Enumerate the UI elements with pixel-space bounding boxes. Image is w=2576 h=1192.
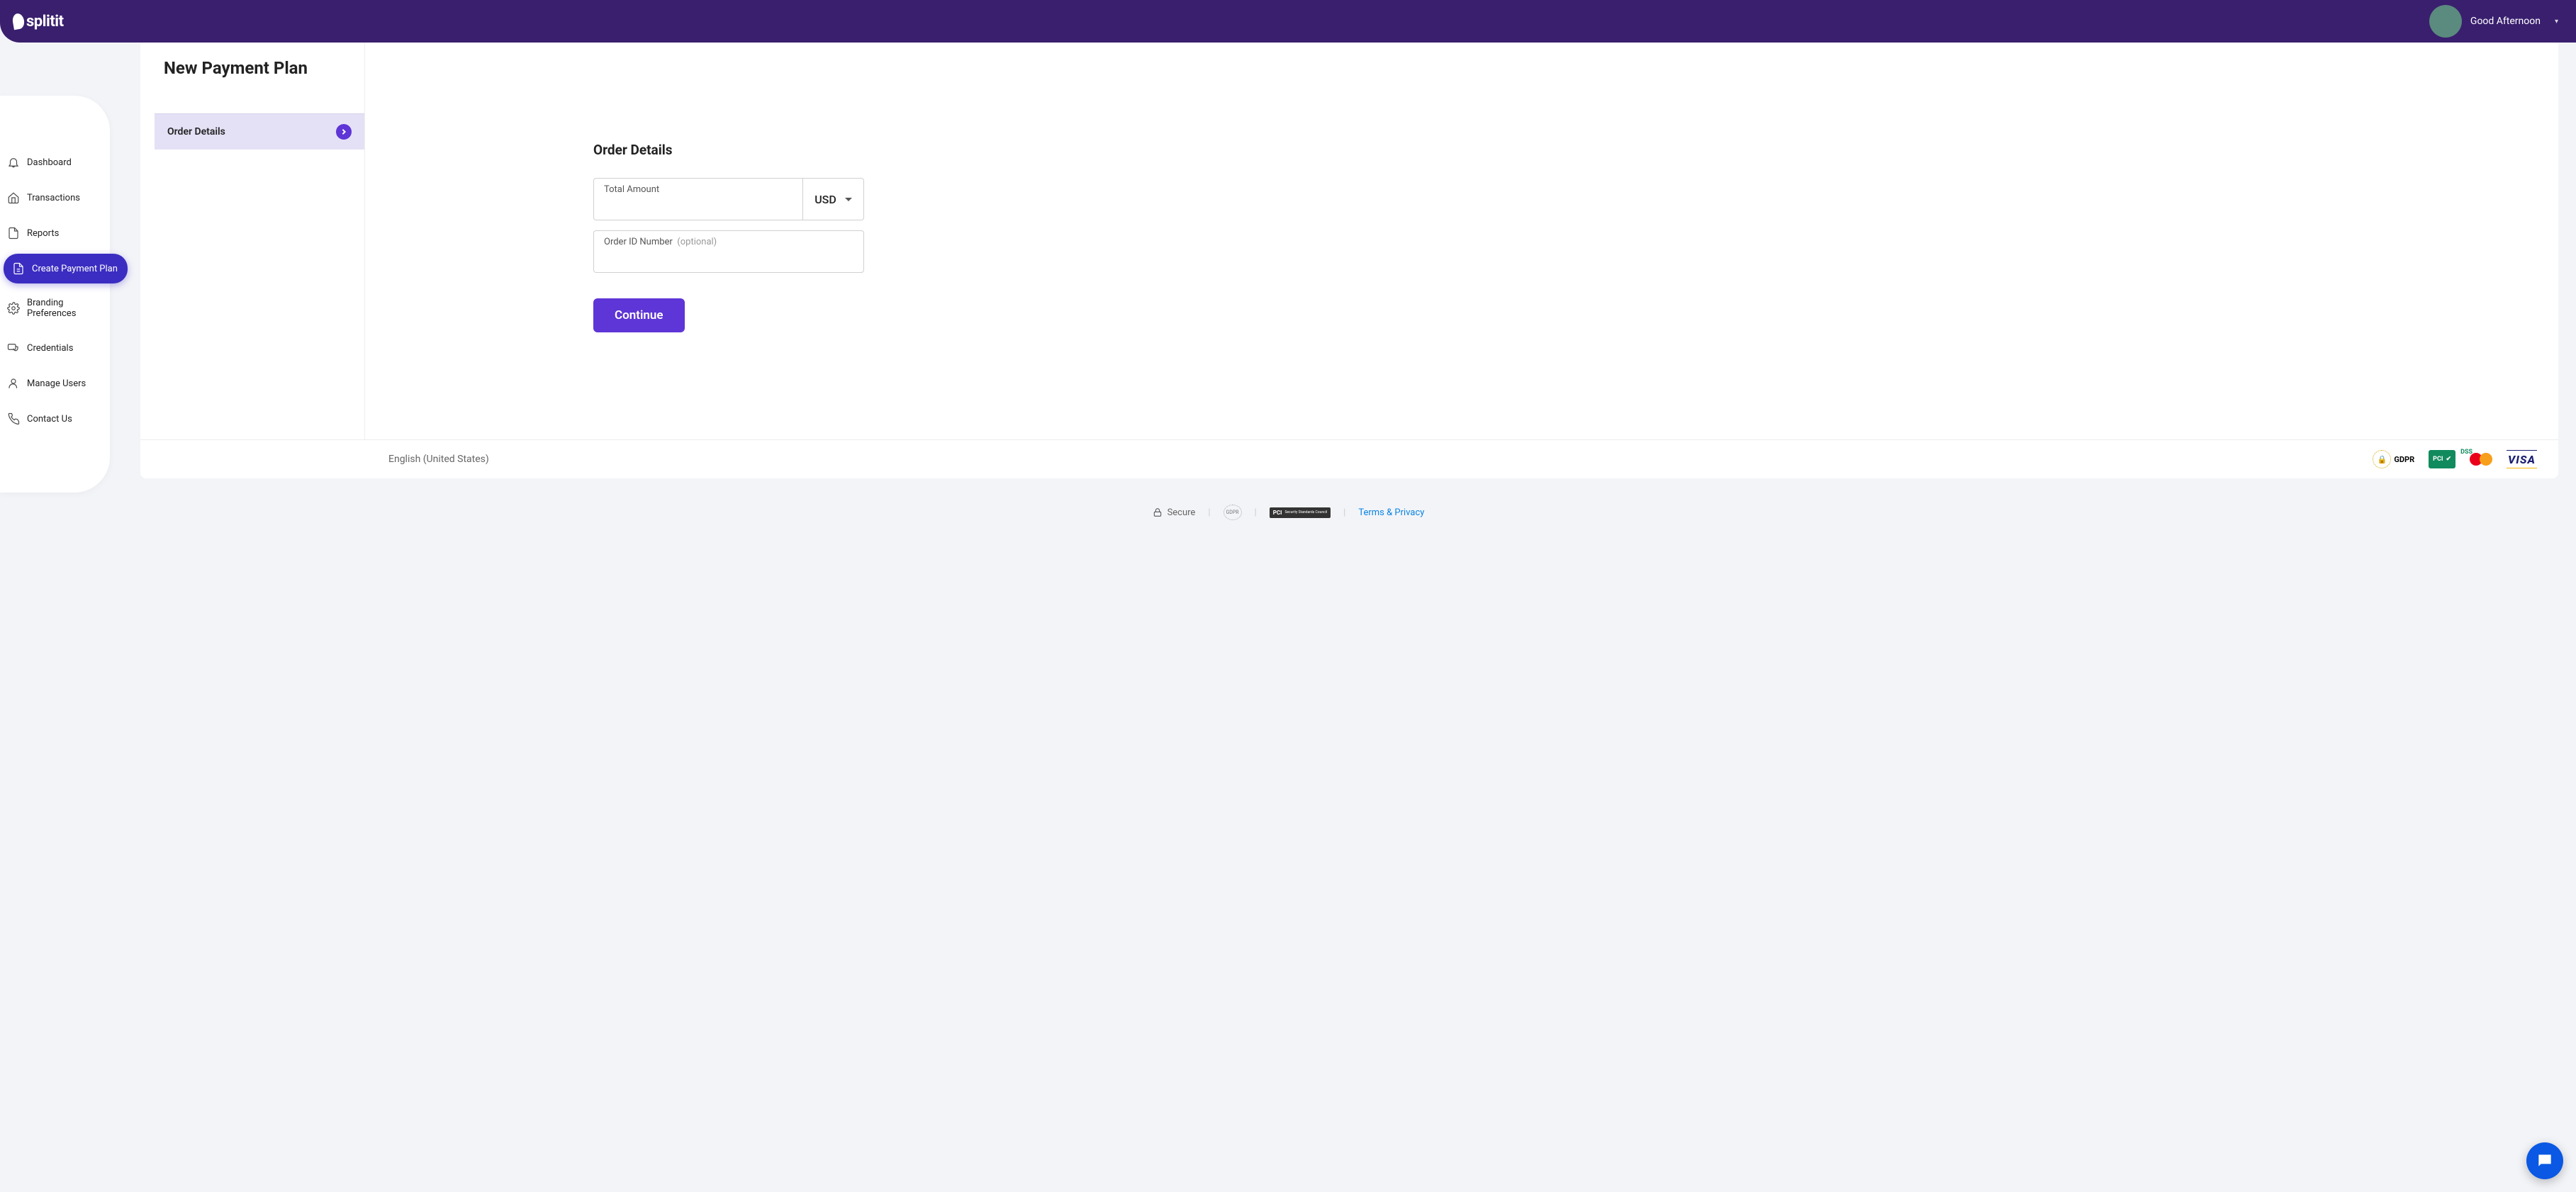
brand-logo: splitit: [13, 13, 64, 30]
dropdown-arrow-icon: [845, 198, 852, 201]
order-id-field[interactable]: Order ID Number (optional): [593, 230, 864, 273]
chat-icon: [2536, 1152, 2554, 1170]
continue-button[interactable]: Continue: [593, 298, 685, 332]
header-user-area[interactable]: Good Afternoon ▾: [2429, 5, 2558, 38]
order-id-hint: (optional): [677, 237, 717, 247]
steps-panel: New Payment Plan Order Details: [140, 43, 365, 439]
footer-pci-icon: PCI Security Standards Council: [1270, 507, 1331, 518]
sidebar-item-manage-users[interactable]: Manage Users: [0, 369, 110, 398]
language-selector[interactable]: English (United States): [388, 454, 489, 465]
brand-name: splitit: [26, 13, 64, 30]
gear-icon: [7, 302, 20, 315]
sidebar-item-credentials[interactable]: Credentials: [0, 333, 110, 363]
user-icon: [7, 377, 20, 390]
step-title: Order Details: [167, 126, 225, 137]
form-panel: Order Details Total Amount USD: [365, 43, 2558, 439]
sidebar-item-reports[interactable]: Reports: [0, 218, 110, 248]
page-footer: Secure | GDPR | PCI Security Standards C…: [0, 496, 2576, 533]
total-amount-field[interactable]: Total Amount: [593, 178, 803, 220]
lock-icon: 🔒: [2378, 455, 2387, 464]
total-amount-label: Total Amount: [604, 184, 793, 195]
sidebar-item-dashboard[interactable]: Dashboard: [0, 147, 110, 177]
sidebar-item-label: Create Payment Plan: [32, 264, 118, 274]
main-card: New Payment Plan Order Details Order Det…: [140, 43, 2558, 478]
chevron-right-icon: [336, 124, 352, 140]
sidebar: Dashboard Transactions Reports Create Pa…: [0, 96, 110, 493]
card-footer: English (United States) 🔒 GDPR PCI✔ VISA: [140, 439, 2558, 478]
shield-card-icon: [7, 342, 20, 354]
sidebar-item-label: Manage Users: [27, 378, 86, 389]
sidebar-item-label: Branding Preferences: [27, 298, 103, 319]
sidebar-item-create-payment-plan[interactable]: Create Payment Plan: [4, 254, 128, 283]
mastercard-badge: [2470, 450, 2492, 468]
step-order-details[interactable]: Order Details: [155, 113, 364, 150]
form-section-title: Order Details: [593, 142, 2544, 158]
total-amount-input[interactable]: [604, 196, 793, 209]
file-icon: [7, 227, 20, 240]
terms-privacy-link[interactable]: Terms & Privacy: [1358, 507, 1424, 518]
chevron-down-icon[interactable]: ▾: [2555, 18, 2558, 26]
currency-value: USD: [814, 193, 836, 206]
file-plus-icon: [12, 262, 25, 275]
sidebar-item-contact-us[interactable]: Contact Us: [0, 404, 110, 434]
footer-gdpr-icon: GDPR: [1223, 505, 1242, 520]
gdpr-badge: 🔒 GDPR: [2373, 450, 2414, 468]
sidebar-item-label: Transactions: [27, 193, 80, 203]
phone-icon: [7, 412, 20, 425]
greeting-text: Good Afternoon: [2470, 16, 2541, 27]
home-icon: [7, 191, 20, 204]
bell-icon: [7, 156, 20, 169]
sidebar-item-label: Credentials: [27, 343, 73, 354]
order-id-input[interactable]: [604, 249, 853, 262]
pci-dss-badge: PCI✔: [2429, 450, 2455, 468]
sidebar-container: Dashboard Transactions Reports Create Pa…: [0, 43, 140, 496]
order-id-label: Order ID Number (optional): [604, 237, 853, 247]
chat-launcher[interactable]: [2526, 1142, 2563, 1179]
currency-select[interactable]: USD: [803, 178, 864, 220]
compliance-badges: 🔒 GDPR PCI✔ VISA: [2373, 450, 2537, 468]
page-title: New Payment Plan: [140, 43, 364, 113]
logo-mark-icon: [11, 13, 26, 30]
sidebar-item-label: Dashboard: [27, 157, 72, 168]
avatar[interactable]: [2429, 5, 2462, 38]
secure-badge: Secure: [1152, 507, 1196, 518]
sidebar-item-branding-preferences[interactable]: Branding Preferences: [0, 289, 110, 327]
visa-badge: VISA: [2507, 450, 2537, 468]
sidebar-item-label: Reports: [27, 228, 59, 239]
app-header: splitit Good Afternoon ▾: [0, 0, 2576, 43]
sidebar-item-transactions[interactable]: Transactions: [0, 183, 110, 213]
sidebar-item-label: Contact Us: [27, 414, 72, 424]
